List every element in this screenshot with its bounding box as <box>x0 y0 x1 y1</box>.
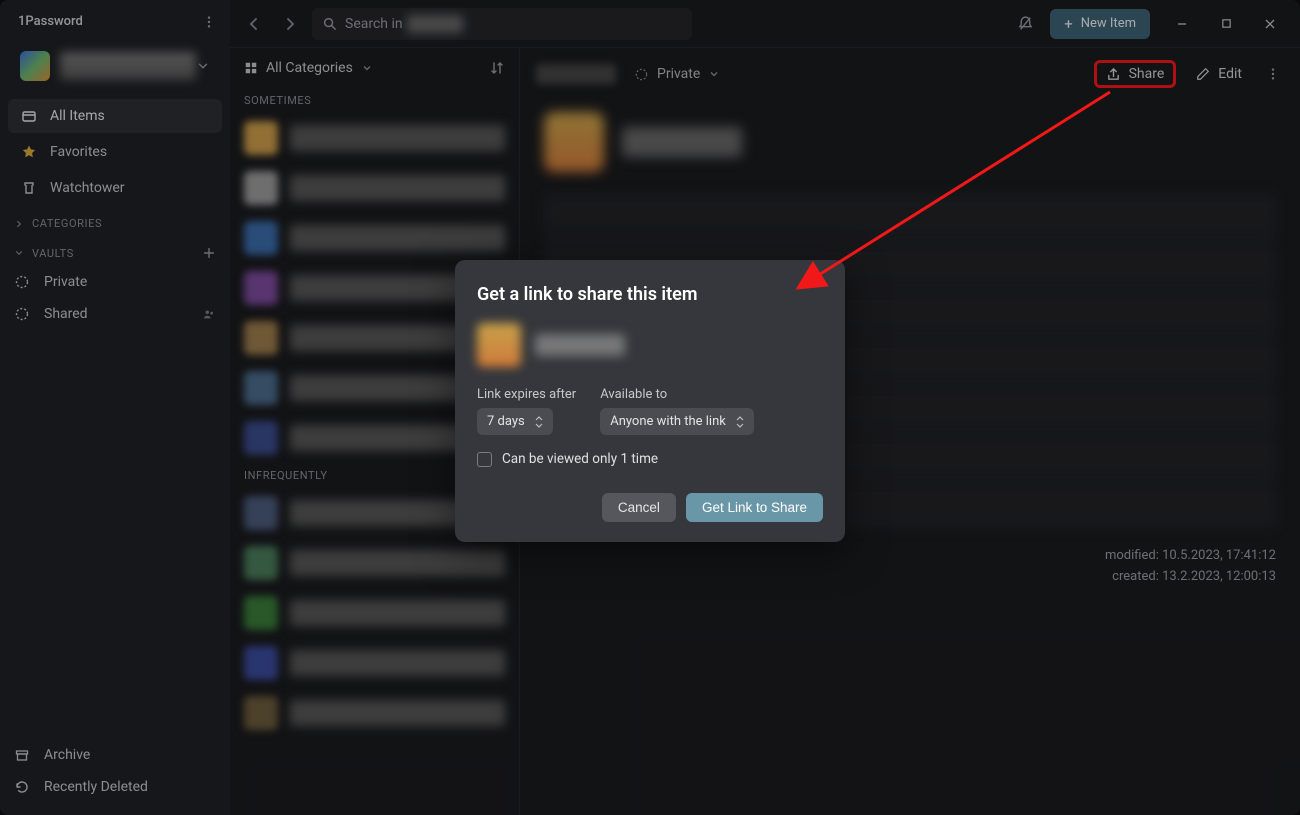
checkbox-input[interactable] <box>477 452 492 467</box>
available-label: Available to <box>600 387 754 402</box>
get-link-button[interactable]: Get Link to Share <box>686 493 823 522</box>
view-once-checkbox[interactable]: Can be viewed only 1 time <box>477 451 823 467</box>
modal-item-name-blurred <box>535 334 625 356</box>
modal-item-icon-blurred <box>477 323 521 367</box>
cancel-button[interactable]: Cancel <box>602 493 676 522</box>
stepper-icon <box>535 416 543 428</box>
expires-label: Link expires after <box>477 387 576 402</box>
expires-select[interactable]: 7 days <box>477 408 553 435</box>
stepper-icon <box>736 416 744 428</box>
share-modal: Get a link to share this item Link expir… <box>455 260 845 542</box>
modal-title: Get a link to share this item <box>477 284 823 305</box>
available-select[interactable]: Anyone with the link <box>600 408 754 435</box>
